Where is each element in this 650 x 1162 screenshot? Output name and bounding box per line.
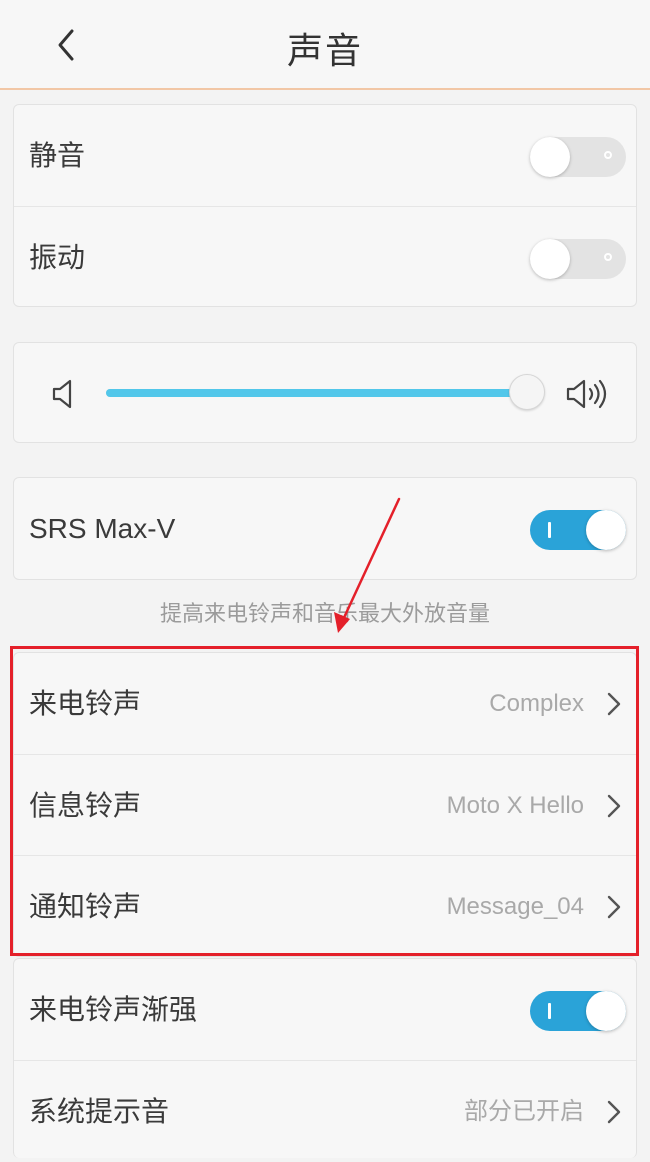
toggle-off-indicator-icon: [604, 151, 612, 159]
vibrate-row[interactable]: 振动: [14, 206, 636, 307]
crescendo-label: 来电铃声渐强: [29, 993, 198, 1026]
toggle-off-indicator-icon: [604, 253, 612, 261]
app-header: 声音: [0, 0, 650, 90]
chevron-right-icon: [607, 794, 621, 818]
vibrate-label: 振动: [29, 241, 86, 274]
page-title: 声音: [286, 31, 363, 72]
toggle-knob: [530, 137, 570, 177]
speaker-high-icon: [566, 379, 607, 409]
toggle-on-indicator-icon: [548, 1003, 551, 1019]
mute-row[interactable]: 静音: [14, 105, 636, 206]
system-sounds-row[interactable]: 系统提示音 部分已开启: [14, 1060, 636, 1161]
message-tone-label: 信息铃声: [29, 789, 142, 822]
notification-tone-row[interactable]: 通知铃声 Message_04: [14, 855, 636, 956]
toggle-on-indicator-icon: [548, 522, 551, 538]
ringtone-value: Complex: [489, 690, 584, 717]
chevron-right-icon: [607, 1100, 621, 1124]
mute-toggle[interactable]: [530, 137, 626, 177]
srs-row[interactable]: SRS Max-V: [14, 478, 636, 579]
toggle-knob: [530, 239, 570, 279]
srs-toggle[interactable]: [530, 510, 626, 550]
notification-tone-value: Message_04: [446, 893, 584, 920]
ringtone-label: 来电铃声: [29, 687, 142, 720]
message-tone-value: Moto X Hello: [446, 792, 584, 819]
chevron-right-icon: [607, 692, 621, 716]
mute-vibrate-card: 静音 振动: [13, 104, 637, 307]
volume-slider-thumb[interactable]: [509, 374, 546, 410]
notification-tone-label: 通知铃声: [29, 890, 142, 923]
volume-slider[interactable]: [106, 374, 546, 410]
srs-card: SRS Max-V: [13, 477, 637, 580]
chevron-right-icon: [607, 895, 621, 919]
speaker-low-icon: [52, 379, 72, 409]
mute-label: 静音: [29, 139, 86, 172]
volume-slider-fill: [106, 389, 528, 397]
srs-label: SRS Max-V: [29, 513, 176, 544]
toggle-knob: [586, 510, 626, 550]
volume-card: [13, 342, 637, 443]
vibrate-toggle[interactable]: [530, 239, 626, 279]
ringtones-card: 来电铃声 Complex 信息铃声 Moto X Hello 通知铃声 Mess…: [13, 652, 637, 957]
toggle-knob: [586, 991, 626, 1031]
other-settings-card: 来电铃声渐强 系统提示音 部分已开启: [13, 958, 637, 1158]
system-sounds-label: 系统提示音: [29, 1095, 170, 1128]
ringtone-row[interactable]: 来电铃声 Complex: [14, 653, 636, 754]
srs-description: 提高来电铃声和音乐最大外放音量: [159, 602, 490, 627]
crescendo-toggle[interactable]: [530, 991, 626, 1031]
message-tone-row[interactable]: 信息铃声 Moto X Hello: [14, 754, 636, 855]
system-sounds-value: 部分已开启: [464, 1098, 584, 1125]
crescendo-row[interactable]: 来电铃声渐强: [14, 959, 636, 1060]
